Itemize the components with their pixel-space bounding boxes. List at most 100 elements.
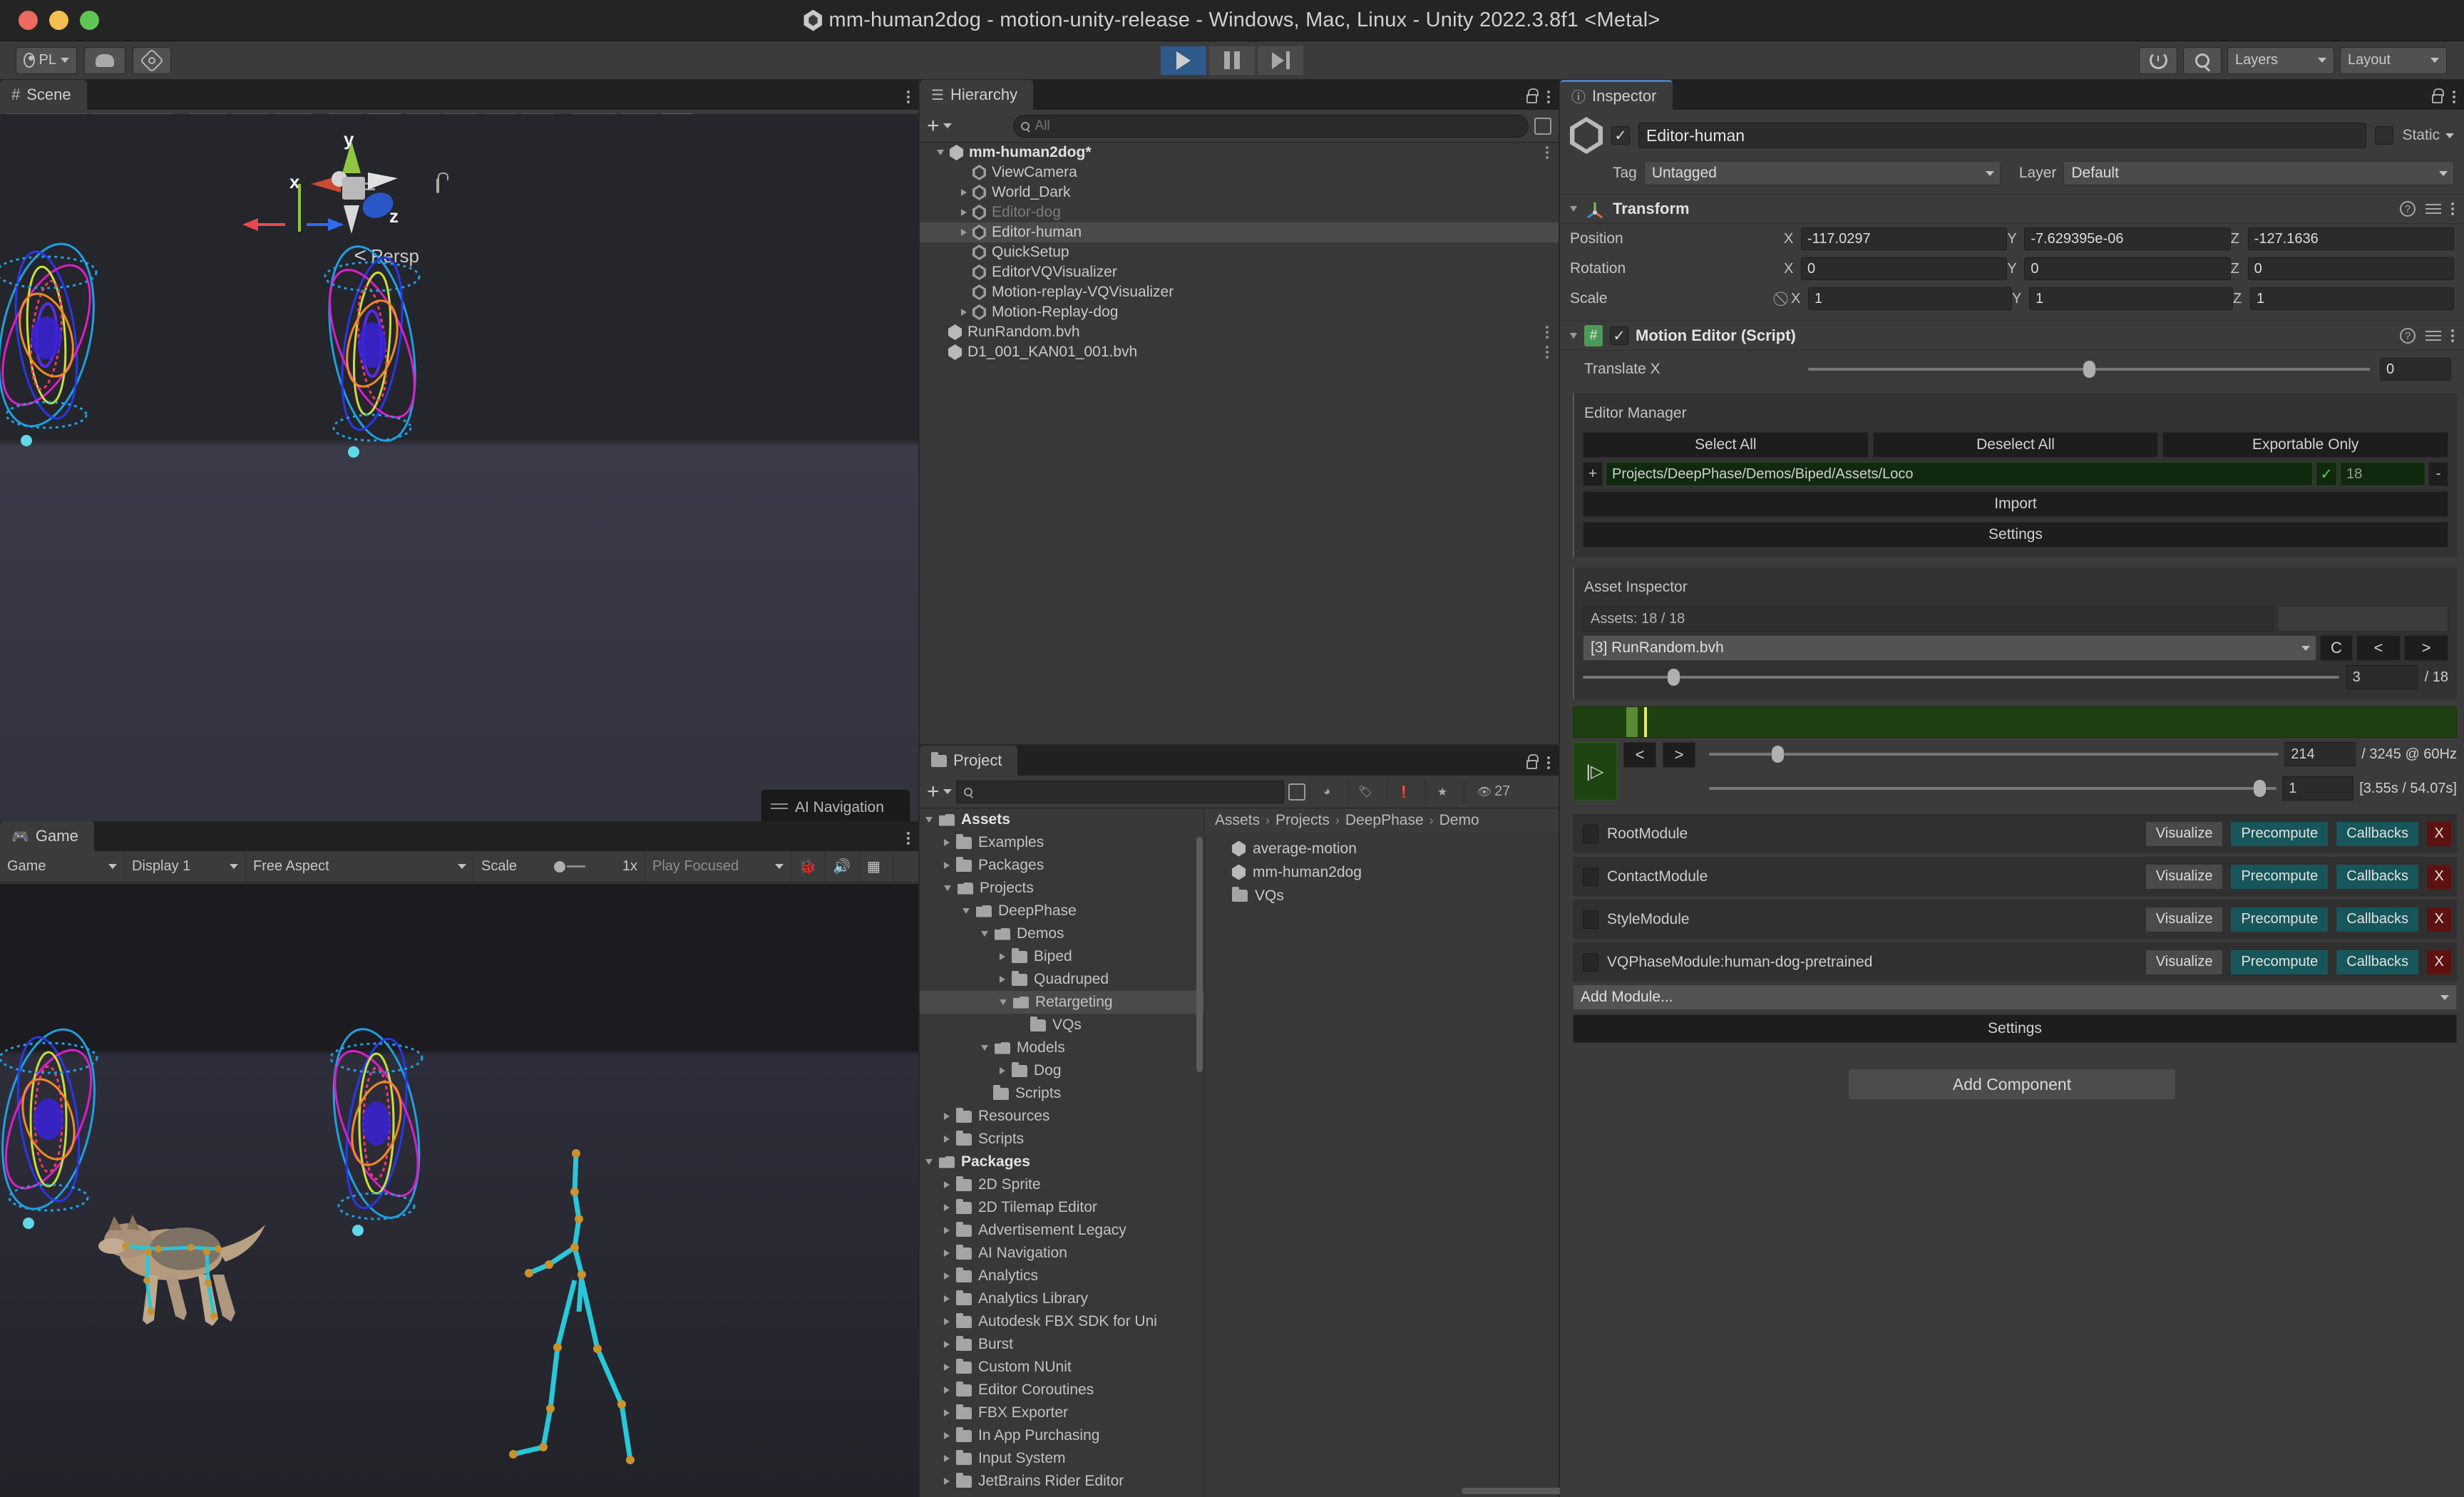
tab-scene[interactable]: # Scene <box>0 80 87 110</box>
cloud-button[interactable] <box>84 46 125 74</box>
hierarchy-item[interactable]: D1_001_KAN01_001.bvh <box>920 342 1559 362</box>
search-button[interactable] <box>2183 46 2222 74</box>
collapse-arrow-icon[interactable] <box>981 1045 988 1051</box>
path-enabled-checkbox[interactable]: ✓ <box>2316 462 2337 486</box>
settings-button[interactable] <box>133 46 171 74</box>
tab-game[interactable]: 🎮 Game <box>0 821 94 851</box>
hierarchy-item-menu[interactable] <box>1546 326 1549 339</box>
expand-arrow-icon[interactable] <box>944 1341 950 1348</box>
static-checkbox[interactable] <box>2375 126 2394 145</box>
project-search-box[interactable] <box>955 780 1284 803</box>
project-options-menu[interactable] <box>1547 756 1550 769</box>
expand-arrow-icon[interactable] <box>944 1113 950 1120</box>
warning-filter-icon[interactable]: ❗ <box>1386 778 1421 806</box>
object-enabled-checkbox[interactable] <box>1611 126 1630 145</box>
expand-arrow-icon[interactable] <box>961 189 967 196</box>
timeline-strip[interactable] <box>1573 706 2457 738</box>
project-tree-item[interactable]: FBX Exporter <box>920 1401 1204 1424</box>
step-button[interactable] <box>1258 46 1303 75</box>
module-visualize-button[interactable]: Visualize <box>2145 950 2223 974</box>
project-tree-item[interactable]: Packages <box>920 1151 1204 1173</box>
project-tree-item[interactable]: Advertisement Legacy <box>920 1219 1204 1242</box>
timeline-play-button[interactable]: |▷ <box>1573 742 1617 801</box>
layout-dropdown[interactable]: Layout <box>2340 46 2447 74</box>
history-button[interactable] <box>2139 46 2177 74</box>
zoom-slider-thumb[interactable] <box>2254 780 2267 797</box>
motion-editor-options-menu[interactable] <box>2451 329 2454 342</box>
translate-x-slider-thumb[interactable] <box>2083 361 2095 378</box>
project-folder-tree[interactable]: Assets Examples Packages Projects DeepPhase D… <box>920 808 1205 1497</box>
hierarchy-search-input[interactable] <box>1035 118 1521 134</box>
hierarchy-item[interactable]: Motion-replay-VQVisualizer <box>920 282 1559 302</box>
position-z-input[interactable]: -127.1636 <box>2247 227 2454 250</box>
collapse-arrow-icon[interactable] <box>962 908 970 914</box>
display-dropdown[interactable]: Display 1 <box>125 850 246 883</box>
project-tree-item[interactable]: Demos <box>920 922 1204 945</box>
label-filter-icon[interactable]: 🏷 <box>1348 778 1382 806</box>
hierarchy-item[interactable]: mm-human2dog* <box>920 143 1559 163</box>
project-tree-item[interactable]: Assets <box>920 808 1204 831</box>
module-callbacks-button[interactable]: Callbacks <box>2336 950 2418 974</box>
project-tree-item[interactable]: Scripts <box>920 1128 1204 1151</box>
expand-arrow-icon[interactable] <box>944 1318 950 1325</box>
module-callbacks-button[interactable]: Callbacks <box>2336 864 2418 889</box>
project-tree-item[interactable]: Burst <box>920 1333 1204 1356</box>
project-tree-item[interactable]: Dog <box>920 1059 1204 1082</box>
module-enabled-checkbox[interactable] <box>1583 867 1598 886</box>
expand-arrow-icon[interactable] <box>944 1432 950 1439</box>
translate-x-input[interactable]: 0 <box>2380 358 2451 381</box>
project-tree-item[interactable]: Scripts <box>920 1082 1204 1105</box>
module-remove-button[interactable]: X <box>2427 864 2451 889</box>
gizmos-button[interactable]: ▦ <box>860 850 894 883</box>
collapse-arrow-icon[interactable] <box>981 931 988 937</box>
collapse-arrow-icon[interactable] <box>1000 999 1007 1005</box>
expand-arrow-icon[interactable] <box>1000 976 1005 983</box>
scale-x-input[interactable]: 1 <box>1808 287 2012 310</box>
object-name-field[interactable]: Editor-human <box>1638 123 2367 148</box>
ai-navigation-header[interactable]: AI Navigation <box>762 796 909 821</box>
deselect-all-button[interactable]: Deselect All <box>1872 432 2159 458</box>
lock-icon[interactable] <box>2432 88 2444 103</box>
hierarchy-item[interactable]: RunRandom.bvh <box>920 322 1559 342</box>
expand-arrow-icon[interactable] <box>944 1409 950 1416</box>
tab-hierarchy[interactable]: ☰ Hierarchy <box>920 80 1034 110</box>
module-precompute-button[interactable]: Precompute <box>2231 950 2329 974</box>
next-asset-button[interactable]: > <box>2404 635 2448 661</box>
project-tree-item[interactable]: Projects <box>920 877 1204 900</box>
expand-arrow-icon[interactable] <box>944 1364 950 1371</box>
project-search-input[interactable] <box>977 783 1276 800</box>
asset-item[interactable]: mm-human2dog <box>1205 860 1559 884</box>
rotation-z-input[interactable]: 0 <box>2247 257 2454 280</box>
asset-item[interactable]: VQs <box>1205 884 1559 907</box>
expand-arrow-icon[interactable] <box>1000 953 1005 960</box>
shape-filter-icon[interactable]: ◕ <box>1309 778 1344 806</box>
collapse-arrow-icon[interactable] <box>937 150 944 155</box>
hidden-items-indicator[interactable]: 👁 27 <box>1463 778 1524 806</box>
game-viewport[interactable] <box>0 884 918 1497</box>
collapse-arrow-icon[interactable] <box>1570 333 1577 339</box>
game-options-menu[interactable] <box>907 832 910 845</box>
assets-extra-field[interactable] <box>2277 606 2448 632</box>
breadcrumb-item[interactable]: Projects <box>1275 812 1330 829</box>
editor-manager-settings-button[interactable]: Settings <box>1583 522 2448 547</box>
help-icon[interactable]: ? <box>2400 201 2416 217</box>
add-module-dropdown[interactable]: Add Module... <box>1573 984 2457 1010</box>
copy-asset-button[interactable]: C <box>2320 635 2353 661</box>
scene-options-menu[interactable] <box>907 91 910 103</box>
project-tree-item[interactable]: Models <box>920 1036 1204 1059</box>
asset-path-input[interactable]: Projects/DeepPhase/Demos/Biped/Assets/Lo… <box>1606 462 2313 486</box>
hierarchy-item[interactable]: Editor-human <box>920 222 1559 242</box>
motion-editor-settings-button[interactable]: Settings <box>1573 1014 2457 1043</box>
collapse-arrow-icon[interactable] <box>925 1159 933 1165</box>
select-all-button[interactable]: Select All <box>1583 432 1869 458</box>
module-precompute-button[interactable]: Precompute <box>2231 821 2329 846</box>
motion-editor-enabled-checkbox[interactable] <box>1610 326 1628 345</box>
asset-item[interactable]: average-motion <box>1205 837 1559 860</box>
tab-inspector[interactable]: ⓘ Inspector <box>1560 80 1673 110</box>
expand-arrow-icon[interactable] <box>944 1136 950 1143</box>
scale-slider[interactable]: Scale 1x <box>474 850 645 883</box>
module-callbacks-button[interactable]: Callbacks <box>2336 821 2418 846</box>
import-button[interactable]: Import <box>1583 491 2448 517</box>
project-tree-item[interactable]: Autodesk FBX SDK for Uni <box>920 1310 1204 1333</box>
module-enabled-checkbox[interactable] <box>1583 952 1598 972</box>
